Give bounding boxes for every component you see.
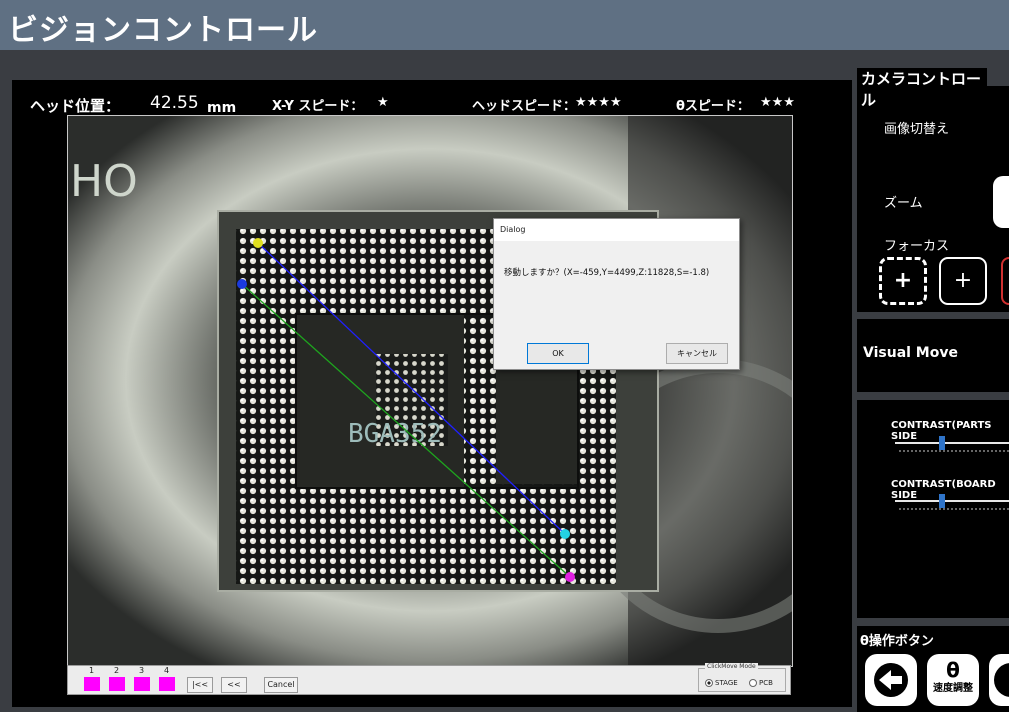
- marker-num-1: 1: [89, 666, 95, 675]
- zoom-button[interactable]: [993, 176, 1009, 228]
- head-position-label: ヘッド位置：: [30, 97, 121, 115]
- marker-4[interactable]: [159, 677, 175, 691]
- contrast-panel: CONTRAST(PARTS SIDE CONTRAST(BOARD SIDE: [857, 400, 1009, 618]
- marker-2[interactable]: [109, 677, 125, 691]
- theta-speed-value: ★★★: [760, 95, 795, 110]
- theta-forward-icon: [994, 663, 1009, 697]
- contrast-parts-track[interactable]: [895, 442, 1009, 444]
- plus-icon: +: [953, 268, 973, 293]
- dialog-ok-button[interactable]: OK: [527, 343, 589, 364]
- contrast-board-ticks: [899, 508, 1009, 512]
- focus-minus-button[interactable]: [1001, 257, 1009, 305]
- theta-forward-button[interactable]: [989, 654, 1009, 706]
- back-button[interactable]: <<: [221, 677, 247, 693]
- xy-speed-value: ★: [377, 95, 389, 110]
- theta-back-button[interactable]: [865, 654, 917, 706]
- watermark-text: HO: [70, 156, 138, 207]
- camera-image-svg: HO BGA352: [68, 116, 792, 666]
- arrow-left-circle-icon: [874, 663, 908, 697]
- marker-toolbar: 1 2 3 4 |<< << Cancel ClickMove Mode STA…: [67, 663, 791, 695]
- radio-stage[interactable]: STAGE: [705, 679, 738, 687]
- marker-num-2: 2: [114, 666, 120, 675]
- radio-pcb[interactable]: PCB: [749, 679, 773, 687]
- dialog-title: Dialog: [500, 225, 526, 234]
- marker-num-3: 3: [139, 666, 145, 675]
- focus-plus-button[interactable]: +: [939, 257, 987, 305]
- radio-stage-label: STAGE: [715, 679, 738, 687]
- contrast-parts-label: CONTRAST(PARTS SIDE: [891, 420, 992, 442]
- image-switch-label: 画像切替え: [884, 122, 950, 137]
- contrast-parts-ticks: [899, 450, 1009, 454]
- zoom-label: ズーム: [884, 196, 923, 211]
- head-speed-label: ヘッドスピード：: [472, 99, 577, 114]
- visual-move-title: Visual Move: [863, 345, 958, 361]
- window-title: ビジョンコントロール: [8, 13, 318, 48]
- clickmove-mode-legend: ClickMove Mode: [705, 663, 758, 670]
- theta-ops-title: θ操作ボタン: [860, 634, 934, 649]
- head-position-value: 42.55: [150, 93, 199, 113]
- camera-control-tab: カメラコントロール: [857, 68, 987, 109]
- clickmove-mode-group: ClickMove Mode STAGE PCB: [698, 663, 786, 692]
- title-bar: ビジョンコントロール: [0, 0, 1009, 50]
- contrast-board-track[interactable]: [895, 500, 1009, 502]
- focus-auto-button[interactable]: +: [879, 257, 927, 305]
- contrast-parts-thumb[interactable]: [939, 436, 945, 450]
- point-magenta: [565, 572, 575, 582]
- marker-3[interactable]: [134, 677, 150, 691]
- chip-label: BGA352: [348, 419, 442, 449]
- radio-pcb-dot: [749, 679, 757, 687]
- contrast-board-label: CONTRAST(BOARD SIDE: [891, 479, 996, 501]
- dialog-cancel-button[interactable]: キャンセル: [666, 343, 728, 364]
- camera-control-title: カメラコントロール: [861, 70, 982, 109]
- focus-plus-icon: +: [893, 268, 913, 293]
- speed-adjust-label: 速度調整: [933, 683, 973, 694]
- dialog-titlebar: Dialog: [494, 219, 739, 241]
- confirm-dialog: Dialog 移動しますか？(X=-459,Y=4499,Z:11828,S=-…: [493, 218, 740, 370]
- head-position-unit: mm: [207, 100, 237, 116]
- radio-pcb-label: PCB: [759, 679, 773, 687]
- head-speed-value: ★★★★: [575, 95, 622, 110]
- dialog-message: 移動しますか？(X=-459,Y=4499,Z:11828,S=-1.8): [504, 268, 710, 278]
- camera-image[interactable]: HO BGA352: [67, 115, 793, 667]
- xy-speed-label: X-Y スピード：: [272, 99, 364, 114]
- radio-stage-dot: [705, 679, 713, 687]
- visual-move-panel: Visual Move: [857, 319, 1009, 392]
- focus-label: フォーカス: [884, 239, 950, 254]
- marker-num-4: 4: [164, 666, 170, 675]
- theta-speed-label: θスピード：: [676, 99, 750, 114]
- theta-symbol: θ: [946, 658, 960, 682]
- first-button[interactable]: |<<: [187, 677, 213, 693]
- point-blue: [237, 279, 247, 289]
- contrast-board-thumb[interactable]: [939, 494, 945, 508]
- point-yellow: [253, 238, 263, 248]
- speed-adjust-button[interactable]: θ 速度調整: [927, 654, 979, 706]
- marker-1[interactable]: [84, 677, 100, 691]
- cancel-marker-button[interactable]: Cancel: [264, 677, 298, 693]
- point-cyan: [560, 529, 570, 539]
